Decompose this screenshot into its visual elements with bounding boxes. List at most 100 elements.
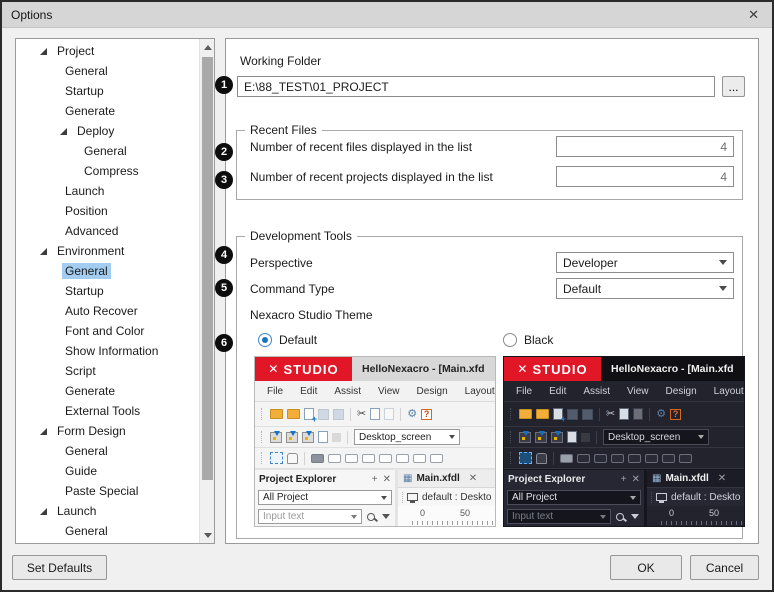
settings-panel: Working Folder ... Recent Files Number o… (225, 38, 759, 544)
recent-projects-count-input[interactable] (556, 166, 734, 187)
edit-widget-icon (345, 454, 358, 463)
tree-item-project-generate[interactable]: Generate (16, 101, 198, 121)
ok-button[interactable]: OK (610, 555, 682, 580)
tree-item-launch-general[interactable]: General (16, 521, 198, 541)
preview-toolbar-widgets (504, 448, 744, 469)
recent-files-count-input[interactable] (556, 136, 734, 157)
theme-preview-default[interactable]: ✕STUDIO HelloNexacro - [Main.xfd File Ed… (254, 356, 496, 527)
save-all-icon (333, 409, 344, 420)
tree-item-script[interactable]: Script (16, 361, 198, 381)
panel-close-icon: ✕ (632, 474, 640, 485)
filter-icon (631, 514, 639, 519)
step-badge-2: 2 (215, 143, 233, 161)
chevron-down-icon (719, 286, 727, 291)
tree-expanded-icon[interactable] (60, 128, 67, 135)
title-bar: Options ✕ (2, 2, 772, 28)
scroll-up-icon[interactable] (200, 39, 215, 55)
settings-gear-icon: ⚙ (656, 409, 666, 420)
dataset-widget-icon (679, 454, 692, 463)
command-type-combobox[interactable]: Default (556, 278, 734, 299)
theme-preview-black[interactable]: ✕STUDIO HelloNexacro - [Main.xfd File Ed… (503, 356, 745, 527)
chevron-down-icon (630, 496, 636, 500)
tree-item-external-tools[interactable]: External Tools (16, 401, 198, 421)
working-folder-label: Working Folder (240, 54, 321, 68)
tree-item-show-information[interactable]: Show Information (16, 341, 198, 361)
preview-window-title: HelloNexacro - [Main.xfd (352, 357, 495, 381)
theme-default-radio[interactable] (258, 333, 272, 347)
tree-item-project[interactable]: Project (16, 41, 198, 61)
deploy-icon (270, 432, 282, 443)
save-icon (318, 409, 329, 420)
scrollbar-thumb[interactable] (202, 57, 213, 480)
tree-expanded-icon[interactable] (40, 508, 47, 515)
perspective-combobox[interactable]: Developer (556, 252, 734, 273)
tree-item-environment-startup[interactable]: Startup (16, 281, 198, 301)
button-widget-icon (560, 454, 573, 463)
tree-item-form-design[interactable]: Form Design (16, 421, 198, 441)
tree-item-guide[interactable]: Guide (16, 461, 198, 481)
open-folder-icon (519, 409, 532, 419)
tree-expanded-icon[interactable] (40, 428, 47, 435)
button-widget-icon (311, 454, 324, 463)
tree-item-deploy-compress[interactable]: Compress (16, 161, 198, 181)
tree-item-project-launch[interactable]: Launch (16, 181, 198, 201)
close-icon[interactable]: ✕ (744, 7, 763, 23)
all-project-combobox: All Project (258, 490, 392, 505)
new-file-icon: + (304, 408, 314, 420)
chevron-down-icon (600, 515, 606, 519)
theme-black-radio[interactable] (503, 333, 517, 347)
cancel-button[interactable]: Cancel (690, 555, 759, 580)
combo-widget-icon (328, 454, 341, 463)
step-badge-3: 3 (215, 171, 233, 189)
set-defaults-button[interactable]: Set Defaults (12, 555, 107, 580)
new-file-icon: + (553, 408, 563, 420)
tree-item-font-and-color[interactable]: Font and Color (16, 321, 198, 341)
chevron-down-icon (719, 260, 727, 265)
preview-workspace: Project Explorer+✕ All Project Input tex… (504, 469, 744, 526)
paste-icon (384, 408, 394, 420)
tree-item-auto-recover[interactable]: Auto Recover (16, 301, 198, 321)
preview-title-bar: ✕STUDIO HelloNexacro - [Main.xfd (255, 357, 495, 381)
preview-toolbar-file: + ✂ ⚙ ? (504, 402, 744, 427)
scroll-down-icon[interactable] (200, 527, 215, 543)
tree-item-environment-general[interactable]: General (16, 261, 198, 281)
preview-menubar: File Edit Assist View Design Layout (504, 381, 744, 402)
cut-icon: ✂ (606, 409, 615, 420)
menu-design: Design (417, 386, 448, 397)
menu-edit: Edit (300, 386, 317, 397)
browse-button[interactable]: ... (722, 76, 745, 97)
chevron-down-icon (698, 435, 704, 439)
editor-tab: ▦Main.xfdl✕ (398, 470, 495, 488)
theme-radio-group: Default Black (237, 333, 742, 349)
tree-item-deploy[interactable]: Deploy (16, 121, 198, 141)
tree-scrollbar[interactable] (199, 39, 214, 543)
editor-subtitle: default : Deskto (647, 488, 744, 506)
deploy-icon (519, 432, 531, 443)
perspective-label: Perspective (250, 256, 313, 270)
preview-toolbar-deploy: Desktop_screen (255, 427, 495, 448)
tree-item-environment[interactable]: Environment (16, 241, 198, 261)
tree-item-project-position[interactable]: Position (16, 201, 198, 221)
hand-tool-icon (287, 453, 298, 464)
tree-item-deploy-general[interactable]: General (16, 141, 198, 161)
generate-icon (551, 432, 563, 443)
open-project-icon (287, 409, 300, 419)
tree-item-environment-generate[interactable]: Generate (16, 381, 198, 401)
stop-icon (332, 433, 341, 442)
tree-item-project-general[interactable]: General (16, 61, 198, 81)
command-type-label: Command Type (250, 282, 335, 296)
tree-expanded-icon[interactable] (40, 248, 47, 255)
menu-view: View (378, 386, 400, 397)
chevron-down-icon (449, 435, 455, 439)
tree-item-paste-special[interactable]: Paste Special (16, 481, 198, 501)
menu-file: File (516, 386, 532, 397)
menu-layout: Layout (465, 386, 495, 397)
tree-expanded-icon[interactable] (40, 48, 47, 55)
tree-item-project-advanced[interactable]: Advanced (16, 221, 198, 241)
all-project-combobox: All Project (507, 490, 641, 505)
tree-item-launch[interactable]: Launch (16, 501, 198, 521)
working-folder-input[interactable] (237, 76, 715, 97)
tree-item-project-startup[interactable]: Startup (16, 81, 198, 101)
tree-item-form-design-general[interactable]: General (16, 441, 198, 461)
stop-icon (581, 433, 590, 442)
